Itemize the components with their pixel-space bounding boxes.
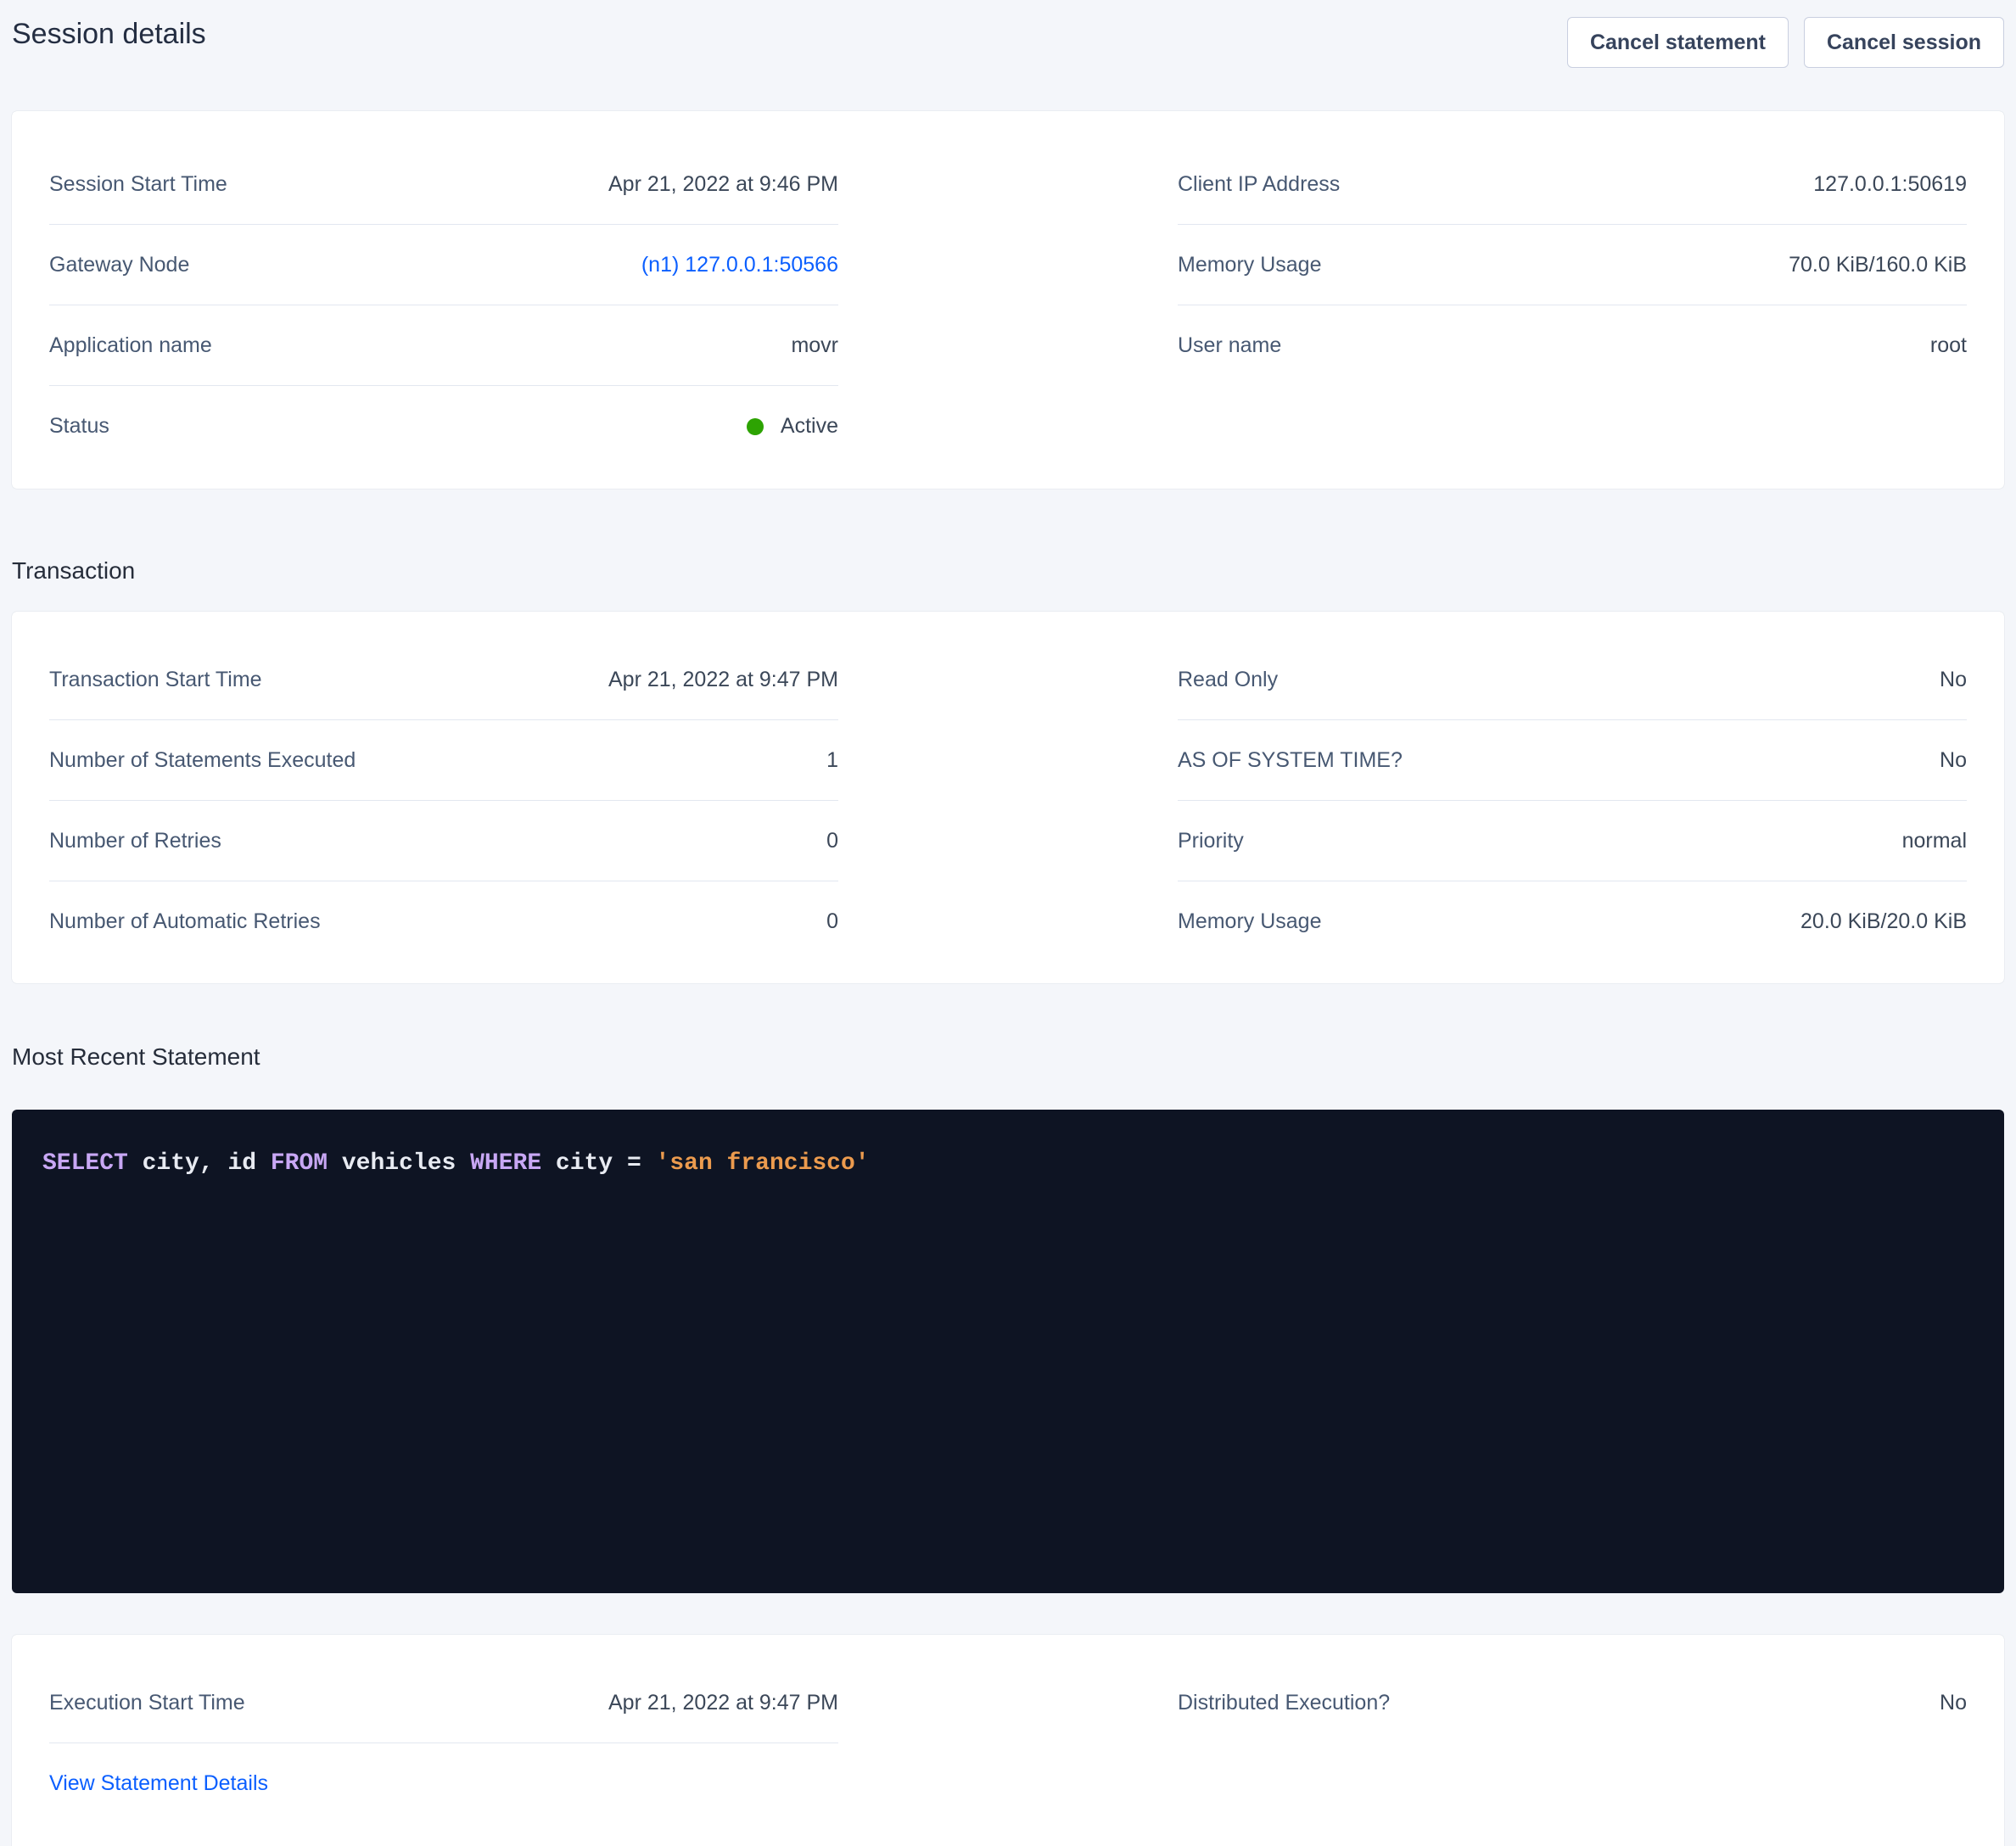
sql-text: city, id: [128, 1150, 271, 1177]
row-priority: Priority normal: [1178, 801, 1967, 881]
row-client-ip-address: Client IP Address 127.0.0.1:50619: [1178, 144, 1967, 225]
row-value: 0: [826, 829, 838, 853]
row-value: movr: [791, 333, 838, 358]
row-read-only: Read Only No: [1178, 640, 1967, 720]
row-value: 70.0 KiB/160.0 KiB: [1789, 253, 1967, 277]
session-left-column: Session Start Time Apr 21, 2022 at 9:46 …: [49, 144, 838, 467]
row-session-start-time: Session Start Time Apr 21, 2022 at 9:46 …: [49, 144, 838, 225]
row-label: Client IP Address: [1178, 172, 1340, 197]
transaction-right-column: Read Only No AS OF SYSTEM TIME? No Prior…: [1178, 640, 1967, 962]
row-label: Read Only: [1178, 668, 1278, 692]
row-memory-usage: Memory Usage 70.0 KiB/160.0 KiB: [1178, 225, 1967, 305]
session-summary-card: Session Start Time Apr 21, 2022 at 9:46 …: [12, 111, 2004, 489]
status-text: Active: [781, 414, 838, 439]
row-label: Memory Usage: [1178, 253, 1322, 277]
session-details-page: Session details Cancel statement Cancel …: [0, 0, 2016, 1846]
row-label: Transaction Start Time: [49, 668, 262, 692]
cancel-statement-button[interactable]: Cancel statement: [1567, 17, 1789, 68]
sql-keyword: SELECT: [42, 1150, 128, 1177]
row-value: No: [1940, 1691, 1967, 1715]
row-distributed-execution: Distributed Execution? No: [1178, 1663, 1967, 1743]
sql-keyword: FROM: [271, 1150, 328, 1177]
page-title: Session details: [12, 17, 206, 51]
execution-card: Execution Start Time Apr 21, 2022 at 9:4…: [12, 1635, 2004, 1846]
sql-string-literal: 'san francisco': [656, 1150, 870, 1177]
row-number-of-retries: Number of Retries 0: [49, 801, 838, 881]
row-status: Status Active: [49, 386, 838, 467]
row-label: Priority: [1178, 829, 1244, 853]
row-label: Distributed Execution?: [1178, 1691, 1390, 1715]
row-value: 0: [826, 909, 838, 934]
row-label: AS OF SYSTEM TIME?: [1178, 748, 1403, 773]
row-label: Number of Retries: [49, 829, 221, 853]
execution-right-column: Distributed Execution? No: [1178, 1663, 1967, 1824]
header-actions: Cancel statement Cancel session: [1567, 17, 2004, 68]
row-label: Memory Usage: [1178, 909, 1322, 934]
row-value: No: [1940, 748, 1967, 773]
sql-statement-box: SELECT city, id FROM vehicles WHERE city…: [12, 1110, 2004, 1593]
row-value: Apr 21, 2022 at 9:47 PM: [608, 1691, 838, 1715]
transaction-card: Transaction Start Time Apr 21, 2022 at 9…: [12, 612, 2004, 983]
row-as-of-system-time: AS OF SYSTEM TIME? No: [1178, 720, 1967, 801]
row-automatic-retries: Number of Automatic Retries 0: [49, 881, 838, 962]
row-label: Number of Automatic Retries: [49, 909, 321, 934]
status-badge: Active: [747, 414, 838, 439]
row-transaction-start-time: Transaction Start Time Apr 21, 2022 at 9…: [49, 640, 838, 720]
row-application-name: Application name movr: [49, 305, 838, 386]
row-label: Session Start Time: [49, 172, 227, 197]
row-label: Gateway Node: [49, 253, 189, 277]
row-value: No: [1940, 668, 1967, 692]
sql-text: city =: [541, 1150, 655, 1177]
sql-statement: SELECT city, id FROM vehicles WHERE city…: [42, 1148, 1974, 1180]
row-label: Status: [49, 414, 109, 439]
row-label: Number of Statements Executed: [49, 748, 356, 773]
row-value: root: [1930, 333, 1967, 358]
session-right-column: Client IP Address 127.0.0.1:50619 Memory…: [1178, 144, 1967, 467]
sql-text: vehicles: [328, 1150, 470, 1177]
most-recent-statement-heading: Most Recent Statement: [12, 1043, 2004, 1071]
row-value: normal: [1902, 829, 1967, 853]
row-value: Apr 21, 2022 at 9:47 PM: [608, 668, 838, 692]
cancel-session-button[interactable]: Cancel session: [1804, 17, 2004, 68]
status-active-dot-icon: [747, 418, 764, 435]
row-label: User name: [1178, 333, 1281, 358]
row-label: Application name: [49, 333, 212, 358]
row-user-name: User name root: [1178, 305, 1967, 386]
row-value: 1: [826, 748, 838, 773]
execution-left-column: Execution Start Time Apr 21, 2022 at 9:4…: [49, 1663, 838, 1824]
row-view-statement-details: View Statement Details: [49, 1743, 838, 1824]
page-header: Session details Cancel statement Cancel …: [12, 0, 2004, 71]
row-transaction-memory-usage: Memory Usage 20.0 KiB/20.0 KiB: [1178, 881, 1967, 962]
row-value: Apr 21, 2022 at 9:46 PM: [608, 172, 838, 197]
view-statement-details-link[interactable]: View Statement Details: [49, 1771, 268, 1796]
row-value: 20.0 KiB/20.0 KiB: [1800, 909, 1967, 934]
row-execution-start-time: Execution Start Time Apr 21, 2022 at 9:4…: [49, 1663, 838, 1743]
gateway-node-link[interactable]: (n1) 127.0.0.1:50566: [641, 253, 838, 277]
row-gateway-node: Gateway Node (n1) 127.0.0.1:50566: [49, 225, 838, 305]
sql-keyword: WHERE: [470, 1150, 541, 1177]
row-statements-executed: Number of Statements Executed 1: [49, 720, 838, 801]
row-value: 127.0.0.1:50619: [1813, 172, 1967, 197]
transaction-left-column: Transaction Start Time Apr 21, 2022 at 9…: [49, 640, 838, 962]
row-label: Execution Start Time: [49, 1691, 245, 1715]
transaction-section-heading: Transaction: [12, 557, 2004, 585]
